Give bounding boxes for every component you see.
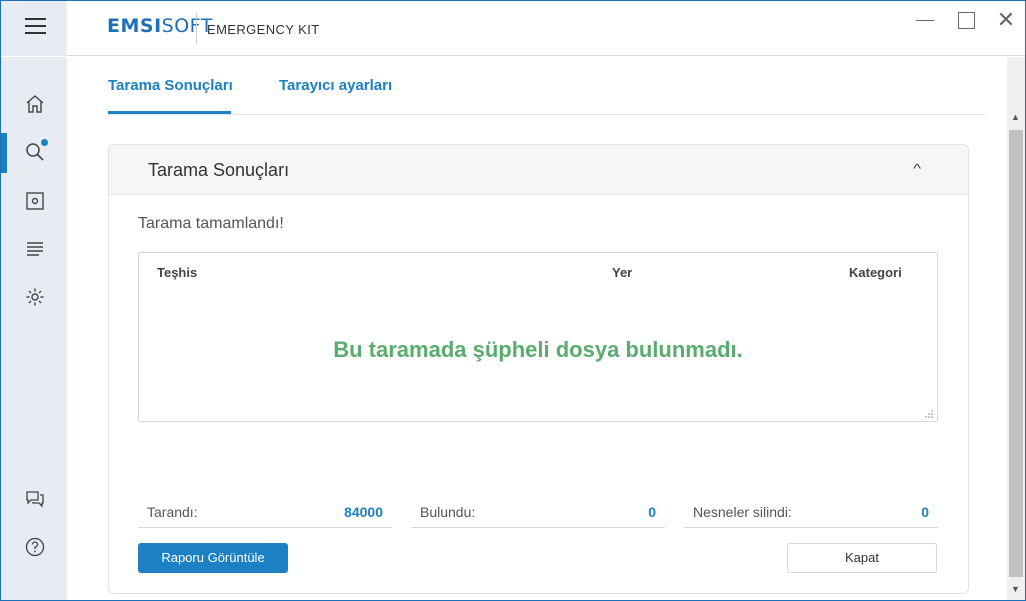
stat-scanned: Tarandı: 84000 xyxy=(138,504,392,528)
home-icon xyxy=(26,95,44,113)
settings-icon xyxy=(26,288,44,306)
logs-icon xyxy=(27,242,43,256)
sidebar-item-home[interactable] xyxy=(1,85,67,125)
maximize-button[interactable] xyxy=(954,9,978,33)
close-button[interactable]: Kapat xyxy=(787,543,937,573)
stat-value: 0 xyxy=(921,504,929,520)
collapse-chevron-icon[interactable]: ^ xyxy=(913,161,921,176)
sidebar-item-feedback[interactable] xyxy=(1,480,67,520)
brand-divider xyxy=(196,13,197,44)
stat-removed: Nesneler silindi: 0 xyxy=(684,504,938,528)
stat-value: 0 xyxy=(648,504,656,520)
sidebar-item-scan[interactable] xyxy=(1,133,67,173)
results-table: Teşhis Yer Kategori Bu taramada şüpheli … xyxy=(138,252,938,422)
sidebar-item-logs[interactable] xyxy=(1,230,67,270)
stat-label: Tarandı: xyxy=(147,504,198,520)
minimize-button[interactable] xyxy=(913,9,937,33)
close-window-button[interactable]: ✕ xyxy=(994,9,1018,33)
stat-found: Bulundu: 0 xyxy=(411,504,665,528)
resize-grip-icon[interactable] xyxy=(925,409,934,418)
tabs-divider xyxy=(108,114,985,115)
card-title: Tarama Sonuçları xyxy=(148,160,290,180)
app-window: EMSISOFT EMERGENCY KIT ✕ Tarama Sonuçlar… xyxy=(0,0,1026,601)
vertical-scrollbar[interactable]: ▲ ▼ xyxy=(1007,57,1025,600)
product-name: EMERGENCY KIT xyxy=(207,22,320,37)
stat-value: 84000 xyxy=(344,504,383,520)
stat-label: Bulundu: xyxy=(420,504,476,520)
title-bar: EMSISOFT EMERGENCY KIT ✕ xyxy=(1,1,1025,56)
sidebar-item-settings[interactable] xyxy=(1,278,67,318)
help-icon xyxy=(25,537,45,557)
scroll-thumb[interactable] xyxy=(1009,130,1023,577)
feedback-icon xyxy=(26,491,44,508)
scroll-up-arrow-icon[interactable]: ▲ xyxy=(1011,112,1020,122)
column-header-location[interactable]: Yer xyxy=(612,265,632,280)
column-header-category[interactable]: Kategori xyxy=(849,265,902,280)
tab-scan-results[interactable]: Tarama Sonuçları xyxy=(108,77,233,94)
column-header-detection[interactable]: Teşhis xyxy=(157,265,197,280)
view-report-button[interactable]: Raporu Görüntüle xyxy=(138,543,288,573)
stat-label: Nesneler silindi: xyxy=(693,504,792,520)
hamburger-icon xyxy=(25,18,46,34)
sidebar-item-quarantine[interactable] xyxy=(1,182,67,222)
sidebar xyxy=(1,57,67,600)
tab-scanner-settings[interactable]: Tarayıcı ayarları xyxy=(279,77,392,94)
scan-results-card: Tarama Sonuçları ^ Tarama tamamlandı! Te… xyxy=(108,144,969,594)
no-threats-message: Bu taramada şüpheli dosya bulunmadı. xyxy=(333,337,743,362)
scroll-down-arrow-icon[interactable]: ▼ xyxy=(1011,584,1020,594)
quarantine-icon xyxy=(26,192,44,210)
scan-status-text: Tarama tamamlandı! xyxy=(138,215,284,232)
menu-button[interactable] xyxy=(1,1,67,56)
sidebar-item-help[interactable] xyxy=(1,528,67,568)
card-header[interactable]: Tarama Sonuçları ^ xyxy=(109,145,968,195)
notification-dot xyxy=(41,139,48,146)
